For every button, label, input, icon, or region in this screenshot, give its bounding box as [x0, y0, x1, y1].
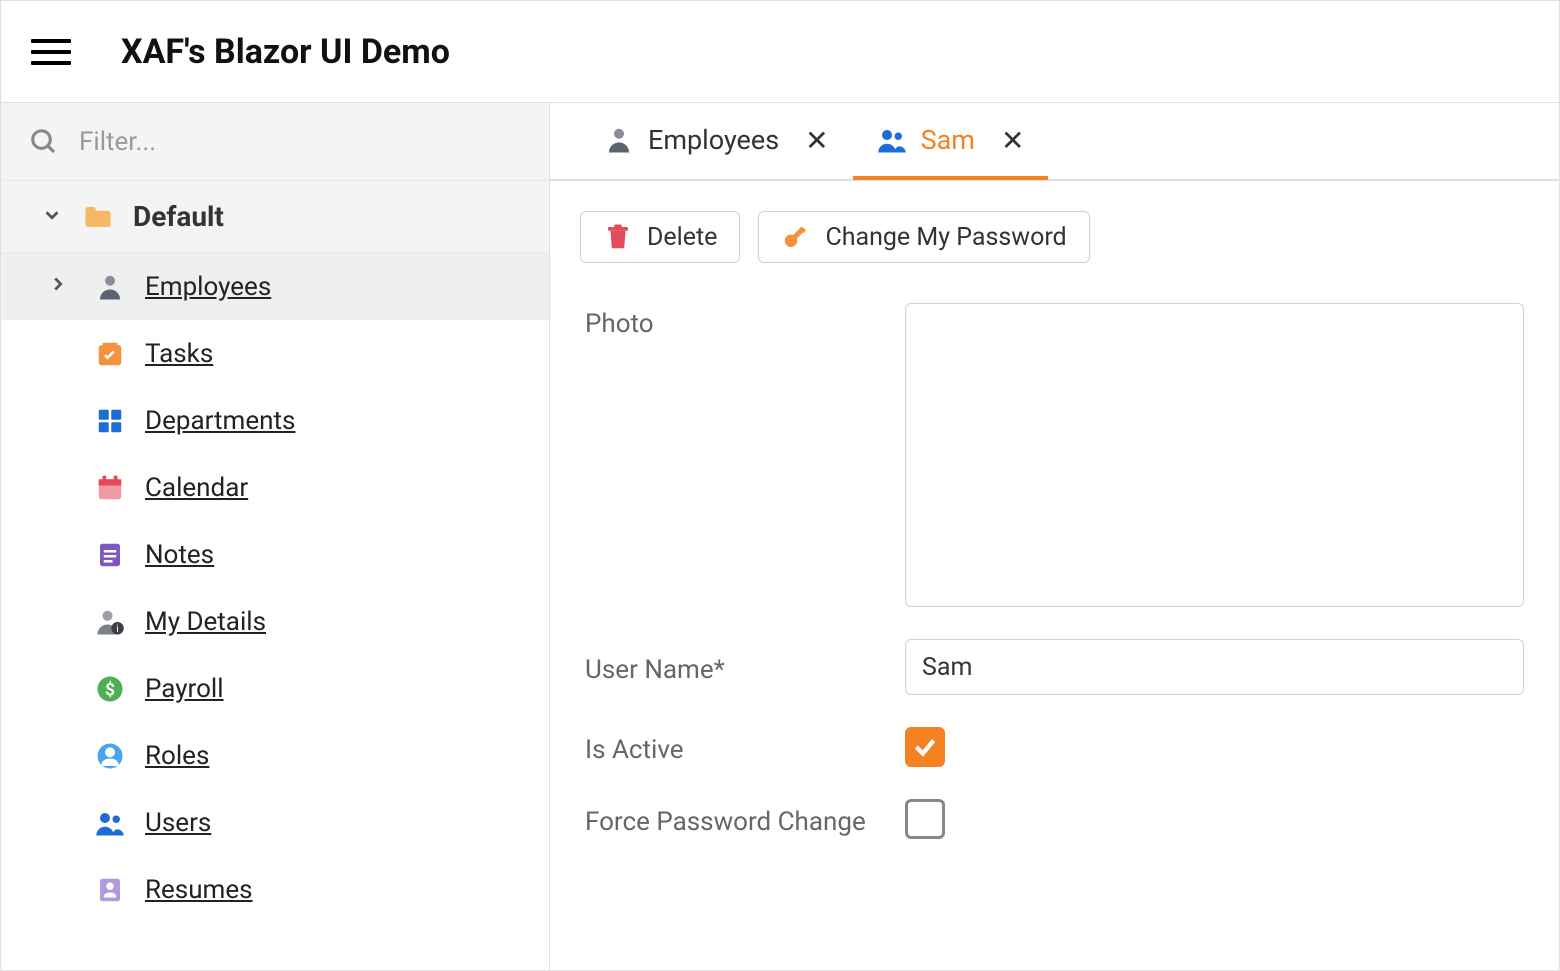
sidebar-item-departments[interactable]: Departments	[1, 387, 549, 454]
chevron-down-icon	[41, 200, 63, 233]
sidebar-item-label: Resumes	[145, 875, 253, 905]
filter-input[interactable]	[79, 127, 521, 157]
tab-label: Employees	[648, 124, 779, 156]
key-icon	[781, 222, 811, 252]
button-label: Change My Password	[825, 223, 1066, 252]
sidebar-item-label: Notes	[145, 540, 214, 570]
sidebar-item-label: Roles	[145, 741, 209, 771]
menu-toggle-button[interactable]	[31, 32, 71, 72]
sidebar-item-employees[interactable]: Employees	[1, 253, 549, 320]
calendar-icon	[95, 473, 125, 503]
sidebar-item-label: Users	[145, 808, 211, 838]
sidebar-item-tasks[interactable]: Tasks	[1, 320, 549, 387]
tab-label: Sam	[921, 124, 975, 156]
force-password-checkbox[interactable]	[905, 799, 945, 839]
sidebar-item-label: My Details	[145, 607, 266, 637]
sidebar-item-payroll[interactable]: $ Payroll	[1, 655, 549, 722]
close-icon[interactable]: ✕	[1001, 124, 1024, 157]
users-icon	[95, 808, 125, 838]
nav-group-default[interactable]: Default	[1, 181, 549, 253]
sidebar-item-calendar[interactable]: Calendar	[1, 454, 549, 521]
username-label: User Name*	[585, 649, 875, 685]
app-header: XAF's Blazor UI Demo	[1, 1, 1559, 103]
svg-text:$: $	[105, 679, 115, 700]
detail-form: Photo User Name* Is Active Force Passwor…	[550, 273, 1559, 869]
tasks-icon	[95, 339, 125, 369]
tab-employees[interactable]: Employees ✕	[580, 104, 853, 180]
sidebar-item-label: Payroll	[145, 674, 224, 704]
sidebar-item-roles[interactable]: Roles	[1, 722, 549, 789]
sidebar-item-label: Tasks	[145, 339, 213, 369]
sidebar-item-resumes[interactable]: Resumes	[1, 856, 549, 923]
app-title: XAF's Blazor UI Demo	[121, 32, 450, 72]
chevron-right-icon	[47, 272, 69, 302]
tab-sam[interactable]: Sam ✕	[853, 104, 1049, 180]
sidebar-item-label: Employees	[145, 272, 271, 302]
tab-bar: Employees ✕ Sam ✕	[550, 103, 1559, 181]
change-password-button[interactable]: Change My Password	[758, 211, 1089, 263]
toolbar: Delete Change My Password	[550, 181, 1559, 273]
sidebar-item-mydetails[interactable]: i My Details	[1, 588, 549, 655]
button-label: Delete	[647, 223, 717, 252]
svg-text:i: i	[116, 624, 118, 635]
sidebar-item-label: Departments	[145, 406, 295, 436]
nav-group-label: Default	[133, 200, 224, 233]
folder-icon	[83, 202, 113, 232]
person-icon	[604, 125, 634, 155]
person-icon	[95, 272, 125, 302]
sidebar-item-label: Calendar	[145, 473, 248, 503]
close-icon[interactable]: ✕	[805, 124, 828, 157]
main-panel: Employees ✕ Sam ✕ Delete Change My Passw…	[550, 103, 1559, 970]
photo-label: Photo	[585, 303, 875, 339]
is-active-checkbox[interactable]	[905, 727, 945, 767]
person-info-icon: i	[95, 607, 125, 637]
search-icon	[29, 127, 59, 157]
filter-bar	[1, 103, 549, 181]
roles-icon	[95, 741, 125, 771]
users-icon	[877, 125, 907, 155]
nav-tree: Default Employees Tasks Departments Cale…	[1, 181, 549, 970]
force-password-label: Force Password Change	[585, 801, 875, 837]
sidebar: Default Employees Tasks Departments Cale…	[1, 103, 550, 970]
sidebar-item-users[interactable]: Users	[1, 789, 549, 856]
is-active-label: Is Active	[585, 729, 875, 765]
username-input[interactable]	[905, 639, 1524, 695]
delete-button[interactable]: Delete	[580, 211, 740, 263]
notes-icon	[95, 540, 125, 570]
payroll-icon: $	[95, 674, 125, 704]
resume-icon	[95, 875, 125, 905]
departments-icon	[95, 406, 125, 436]
trash-icon	[603, 222, 633, 252]
sidebar-item-notes[interactable]: Notes	[1, 521, 549, 588]
photo-field[interactable]	[905, 303, 1524, 607]
